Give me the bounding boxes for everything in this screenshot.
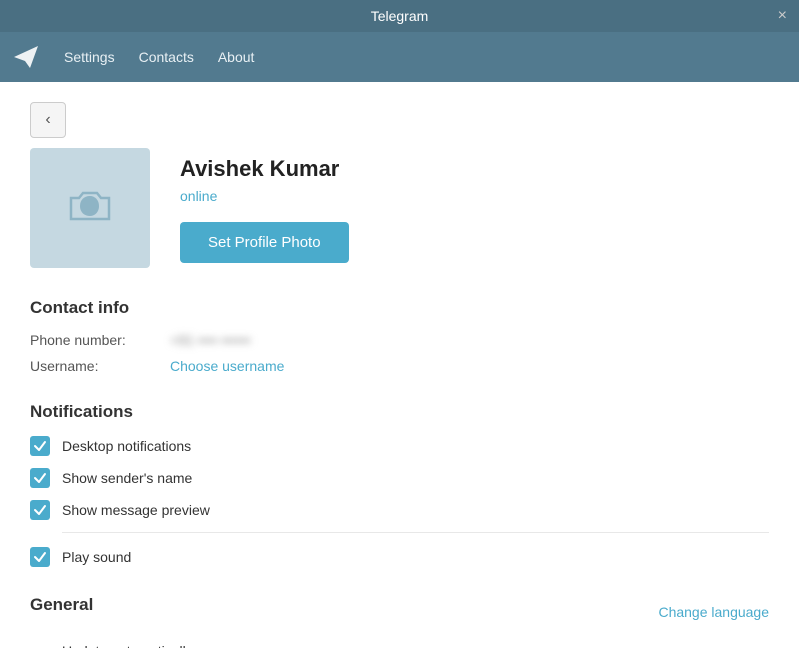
back-button[interactable]: ‹ <box>30 102 66 138</box>
back-icon: ‹ <box>45 111 50 129</box>
general-section: General Change language Update automatic… <box>30 595 769 648</box>
show-preview-checkbox[interactable] <box>30 500 50 520</box>
camera-icon <box>65 181 115 236</box>
play-sound-row: Play sound <box>30 547 769 567</box>
title-bar: Telegram × <box>0 0 799 32</box>
menu-bar: Settings Contacts About <box>0 32 799 82</box>
show-sender-checkbox[interactable] <box>30 468 50 488</box>
phone-row: Phone number: +91 •••• •••••• <box>30 332 769 348</box>
show-sender-row: Show sender's name <box>30 468 769 488</box>
show-preview-label: Show message preview <box>62 502 210 518</box>
username-label: Username: <box>30 358 170 374</box>
avatar <box>30 148 150 268</box>
desktop-notifications-row: Desktop notifications <box>30 436 769 456</box>
menu-item-contacts[interactable]: Contacts <box>127 43 206 71</box>
notifications-section: Notifications Desktop notifications Show… <box>30 402 769 567</box>
phone-label: Phone number: <box>30 332 170 348</box>
choose-username-link[interactable]: Choose username <box>170 358 284 374</box>
general-header: General Change language <box>30 595 769 629</box>
desktop-notifications-label: Desktop notifications <box>62 438 191 454</box>
profile-name: Avishek Kumar <box>180 156 349 182</box>
play-sound-label: Play sound <box>62 549 131 565</box>
app-title: Telegram <box>371 8 429 24</box>
notifications-title: Notifications <box>30 402 769 422</box>
contact-info-title: Contact info <box>30 298 769 318</box>
contact-info-section: Contact info Phone number: +91 •••• ••••… <box>30 298 769 374</box>
update-info: Update automatically Version 0.7.23 <box>62 643 193 648</box>
set-profile-photo-button[interactable]: Set Profile Photo <box>180 222 349 263</box>
phone-value: +91 •••• •••••• <box>170 332 251 348</box>
menu-item-about[interactable]: About <box>206 43 267 71</box>
play-sound-checkbox[interactable] <box>30 547 50 567</box>
close-button[interactable]: × <box>778 8 787 24</box>
menu-item-settings[interactable]: Settings <box>52 43 127 71</box>
update-automatically-label: Update automatically <box>62 643 193 648</box>
update-row: Update automatically Version 0.7.23 Chec… <box>30 643 769 648</box>
change-language-link[interactable]: Change language <box>658 604 769 620</box>
update-left: Update automatically Version 0.7.23 <box>30 643 193 648</box>
notifications-divider <box>62 532 769 533</box>
desktop-notifications-checkbox[interactable] <box>30 436 50 456</box>
profile-status: online <box>180 188 349 204</box>
app-logo <box>12 43 40 71</box>
profile-info: Avishek Kumar online Set Profile Photo <box>180 148 349 263</box>
main-content: ‹ Avishek Kumar online Set Profile Photo… <box>0 82 799 648</box>
show-sender-label: Show sender's name <box>62 470 192 486</box>
show-preview-row: Show message preview <box>30 500 769 520</box>
profile-section: Avishek Kumar online Set Profile Photo <box>30 148 769 268</box>
username-row: Username: Choose username <box>30 358 769 374</box>
general-title: General <box>30 595 93 615</box>
